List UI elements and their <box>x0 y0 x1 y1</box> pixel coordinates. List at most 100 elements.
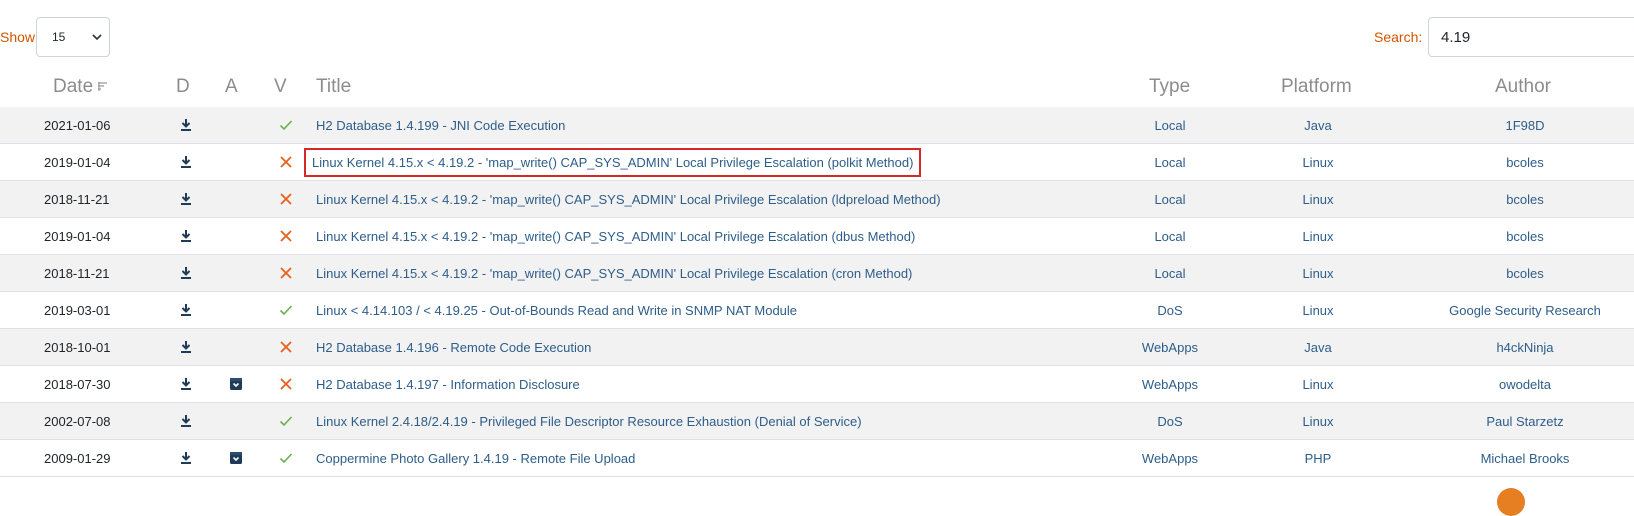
sort-icon <box>97 81 108 92</box>
author-link[interactable]: h4ckNinja <box>1425 329 1625 366</box>
x-icon <box>279 266 293 280</box>
download-icon[interactable] <box>179 414 193 428</box>
platform-link[interactable]: Linux <box>1278 218 1358 255</box>
floating-action-button[interactable] <box>1497 488 1525 516</box>
download-icon[interactable] <box>179 451 193 465</box>
author-link[interactable]: 1F98D <box>1425 107 1625 144</box>
column-header-application[interactable]: A <box>225 76 238 98</box>
table-row: 2021-01-06 H2 Database 1.4.199 - JNI Code… <box>0 107 1634 144</box>
entries-per-page-select[interactable]: 15 <box>36 17 110 57</box>
x-icon <box>279 377 293 391</box>
exploit-title-link[interactable]: Linux Kernel 4.15.x < 4.19.2 - 'map_writ… <box>316 181 941 218</box>
author-link[interactable]: Google Security Research <box>1425 292 1625 329</box>
download-icon[interactable] <box>179 303 193 317</box>
table-header: Date D A V Title Type Platform Author <box>0 68 1634 108</box>
exploit-title-link[interactable]: H2 Database 1.4.199 - JNI Code Execution <box>316 107 565 144</box>
exploit-table-body: 2021-01-06 H2 Database 1.4.199 - JNI Code… <box>0 107 1634 477</box>
column-header-type[interactable]: Type <box>1149 76 1190 98</box>
column-header-date-label: Date <box>53 76 94 97</box>
author-link[interactable]: bcoles <box>1425 144 1625 181</box>
row-date: 2018-11-21 <box>44 192 110 207</box>
download-icon[interactable] <box>179 229 193 243</box>
type-link[interactable]: Local <box>1130 144 1210 181</box>
type-link[interactable]: DoS <box>1130 292 1210 329</box>
table-row: 2019-01-04 Linux Kernel 4.15.x < 4.19.2 -… <box>0 218 1634 255</box>
platform-link[interactable]: Linux <box>1278 181 1358 218</box>
platform-link[interactable]: Linux <box>1278 144 1358 181</box>
download-icon[interactable] <box>179 118 193 132</box>
exploit-title-link[interactable]: Linux Kernel 4.15.x < 4.19.2 - 'map_writ… <box>316 255 912 292</box>
exploit-title-link[interactable]: Coppermine Photo Gallery 1.4.19 - Remote… <box>316 440 635 477</box>
archive-icon[interactable] <box>229 451 243 465</box>
download-icon[interactable] <box>179 192 193 206</box>
platform-link[interactable]: Linux <box>1278 366 1358 403</box>
x-icon <box>279 340 293 354</box>
row-date: 2018-07-30 <box>44 377 111 392</box>
x-icon <box>279 229 293 243</box>
platform-link[interactable]: Java <box>1278 107 1358 144</box>
x-icon <box>279 192 293 206</box>
type-link[interactable]: Local <box>1130 255 1210 292</box>
exploit-title-link[interactable]: Linux Kernel 2.4.18/2.4.19 - Privileged … <box>316 403 862 440</box>
search-input[interactable] <box>1428 17 1634 57</box>
column-header-date[interactable]: Date <box>53 76 108 98</box>
type-link[interactable]: WebApps <box>1130 366 1210 403</box>
author-link[interactable]: Paul Starzetz <box>1425 403 1625 440</box>
author-link[interactable]: bcoles <box>1425 218 1625 255</box>
search-label: Search: <box>1374 29 1423 45</box>
table-row: 2018-11-21 Linux Kernel 4.15.x < 4.19.2 -… <box>0 255 1634 292</box>
author-link[interactable]: bcoles <box>1425 255 1625 292</box>
platform-link[interactable]: Linux <box>1278 403 1358 440</box>
table-row: 2002-07-08 Linux Kernel 2.4.18/2.4.19 - P… <box>0 403 1634 440</box>
download-icon[interactable] <box>179 340 193 354</box>
row-date: 2002-07-08 <box>44 414 111 429</box>
column-header-verified[interactable]: V <box>274 76 287 98</box>
column-header-title[interactable]: Title <box>316 76 351 98</box>
check-icon <box>279 303 293 317</box>
download-icon[interactable] <box>179 377 193 391</box>
entries-per-page-value: 15 <box>52 30 66 44</box>
table-row: 2018-07-30 H2 Database 1.4.197 - Informat… <box>0 366 1634 403</box>
type-link[interactable]: Local <box>1130 107 1210 144</box>
column-header-download[interactable]: D <box>176 76 190 98</box>
type-link[interactable]: DoS <box>1130 403 1210 440</box>
check-icon <box>279 451 293 465</box>
exploit-title-link[interactable]: Linux Kernel 4.15.x < 4.19.2 - 'map_writ… <box>316 218 915 255</box>
row-date: 2009-01-29 <box>44 451 111 466</box>
platform-link[interactable]: Linux <box>1278 292 1358 329</box>
row-date: 2019-01-04 <box>44 229 111 244</box>
show-entries-label: Show <box>0 29 36 45</box>
exploit-title-link[interactable]: H2 Database 1.4.197 - Information Disclo… <box>316 366 580 403</box>
type-link[interactable]: WebApps <box>1130 440 1210 477</box>
download-icon[interactable] <box>179 266 193 280</box>
column-header-platform[interactable]: Platform <box>1281 76 1352 98</box>
platform-link[interactable]: PHP <box>1278 440 1358 477</box>
row-date: 2021-01-06 <box>44 118 111 133</box>
table-row: 2009-01-29 Coppermine Photo Gallery 1.4.1… <box>0 440 1634 477</box>
chevron-down-icon <box>91 31 103 43</box>
platform-link[interactable]: Linux <box>1278 255 1358 292</box>
download-icon[interactable] <box>179 155 193 169</box>
table-row: 2019-01-04 Linux Kernel 4.15.x < 4.19.2 -… <box>0 144 1634 181</box>
check-icon <box>279 414 293 428</box>
author-link[interactable]: owodelta <box>1425 366 1625 403</box>
author-link[interactable]: bcoles <box>1425 181 1625 218</box>
row-date: 2018-11-21 <box>44 266 110 281</box>
type-link[interactable]: Local <box>1130 218 1210 255</box>
exploit-title-link[interactable]: Linux < 4.14.103 / < 4.19.25 - Out-of-Bo… <box>316 292 797 329</box>
column-header-author[interactable]: Author <box>1495 76 1551 98</box>
table-row: 2019-03-01 Linux < 4.14.103 / < 4.19.25 -… <box>0 292 1634 329</box>
row-date: 2019-01-04 <box>44 155 111 170</box>
type-link[interactable]: WebApps <box>1130 329 1210 366</box>
row-date: 2019-03-01 <box>44 303 111 318</box>
row-date: 2018-10-01 <box>44 340 111 355</box>
table-row: 2018-11-21 Linux Kernel 4.15.x < 4.19.2 -… <box>0 181 1634 218</box>
exploit-title-link[interactable]: H2 Database 1.4.196 - Remote Code Execut… <box>316 329 591 366</box>
exploit-title-link[interactable]: Linux Kernel 4.15.x < 4.19.2 - 'map_writ… <box>303 148 922 177</box>
platform-link[interactable]: Java <box>1278 329 1358 366</box>
table-row: 2018-10-01 H2 Database 1.4.196 - Remote C… <box>0 329 1634 366</box>
archive-icon[interactable] <box>229 377 243 391</box>
author-link[interactable]: Michael Brooks <box>1425 440 1625 477</box>
type-link[interactable]: Local <box>1130 181 1210 218</box>
x-icon <box>279 155 293 169</box>
